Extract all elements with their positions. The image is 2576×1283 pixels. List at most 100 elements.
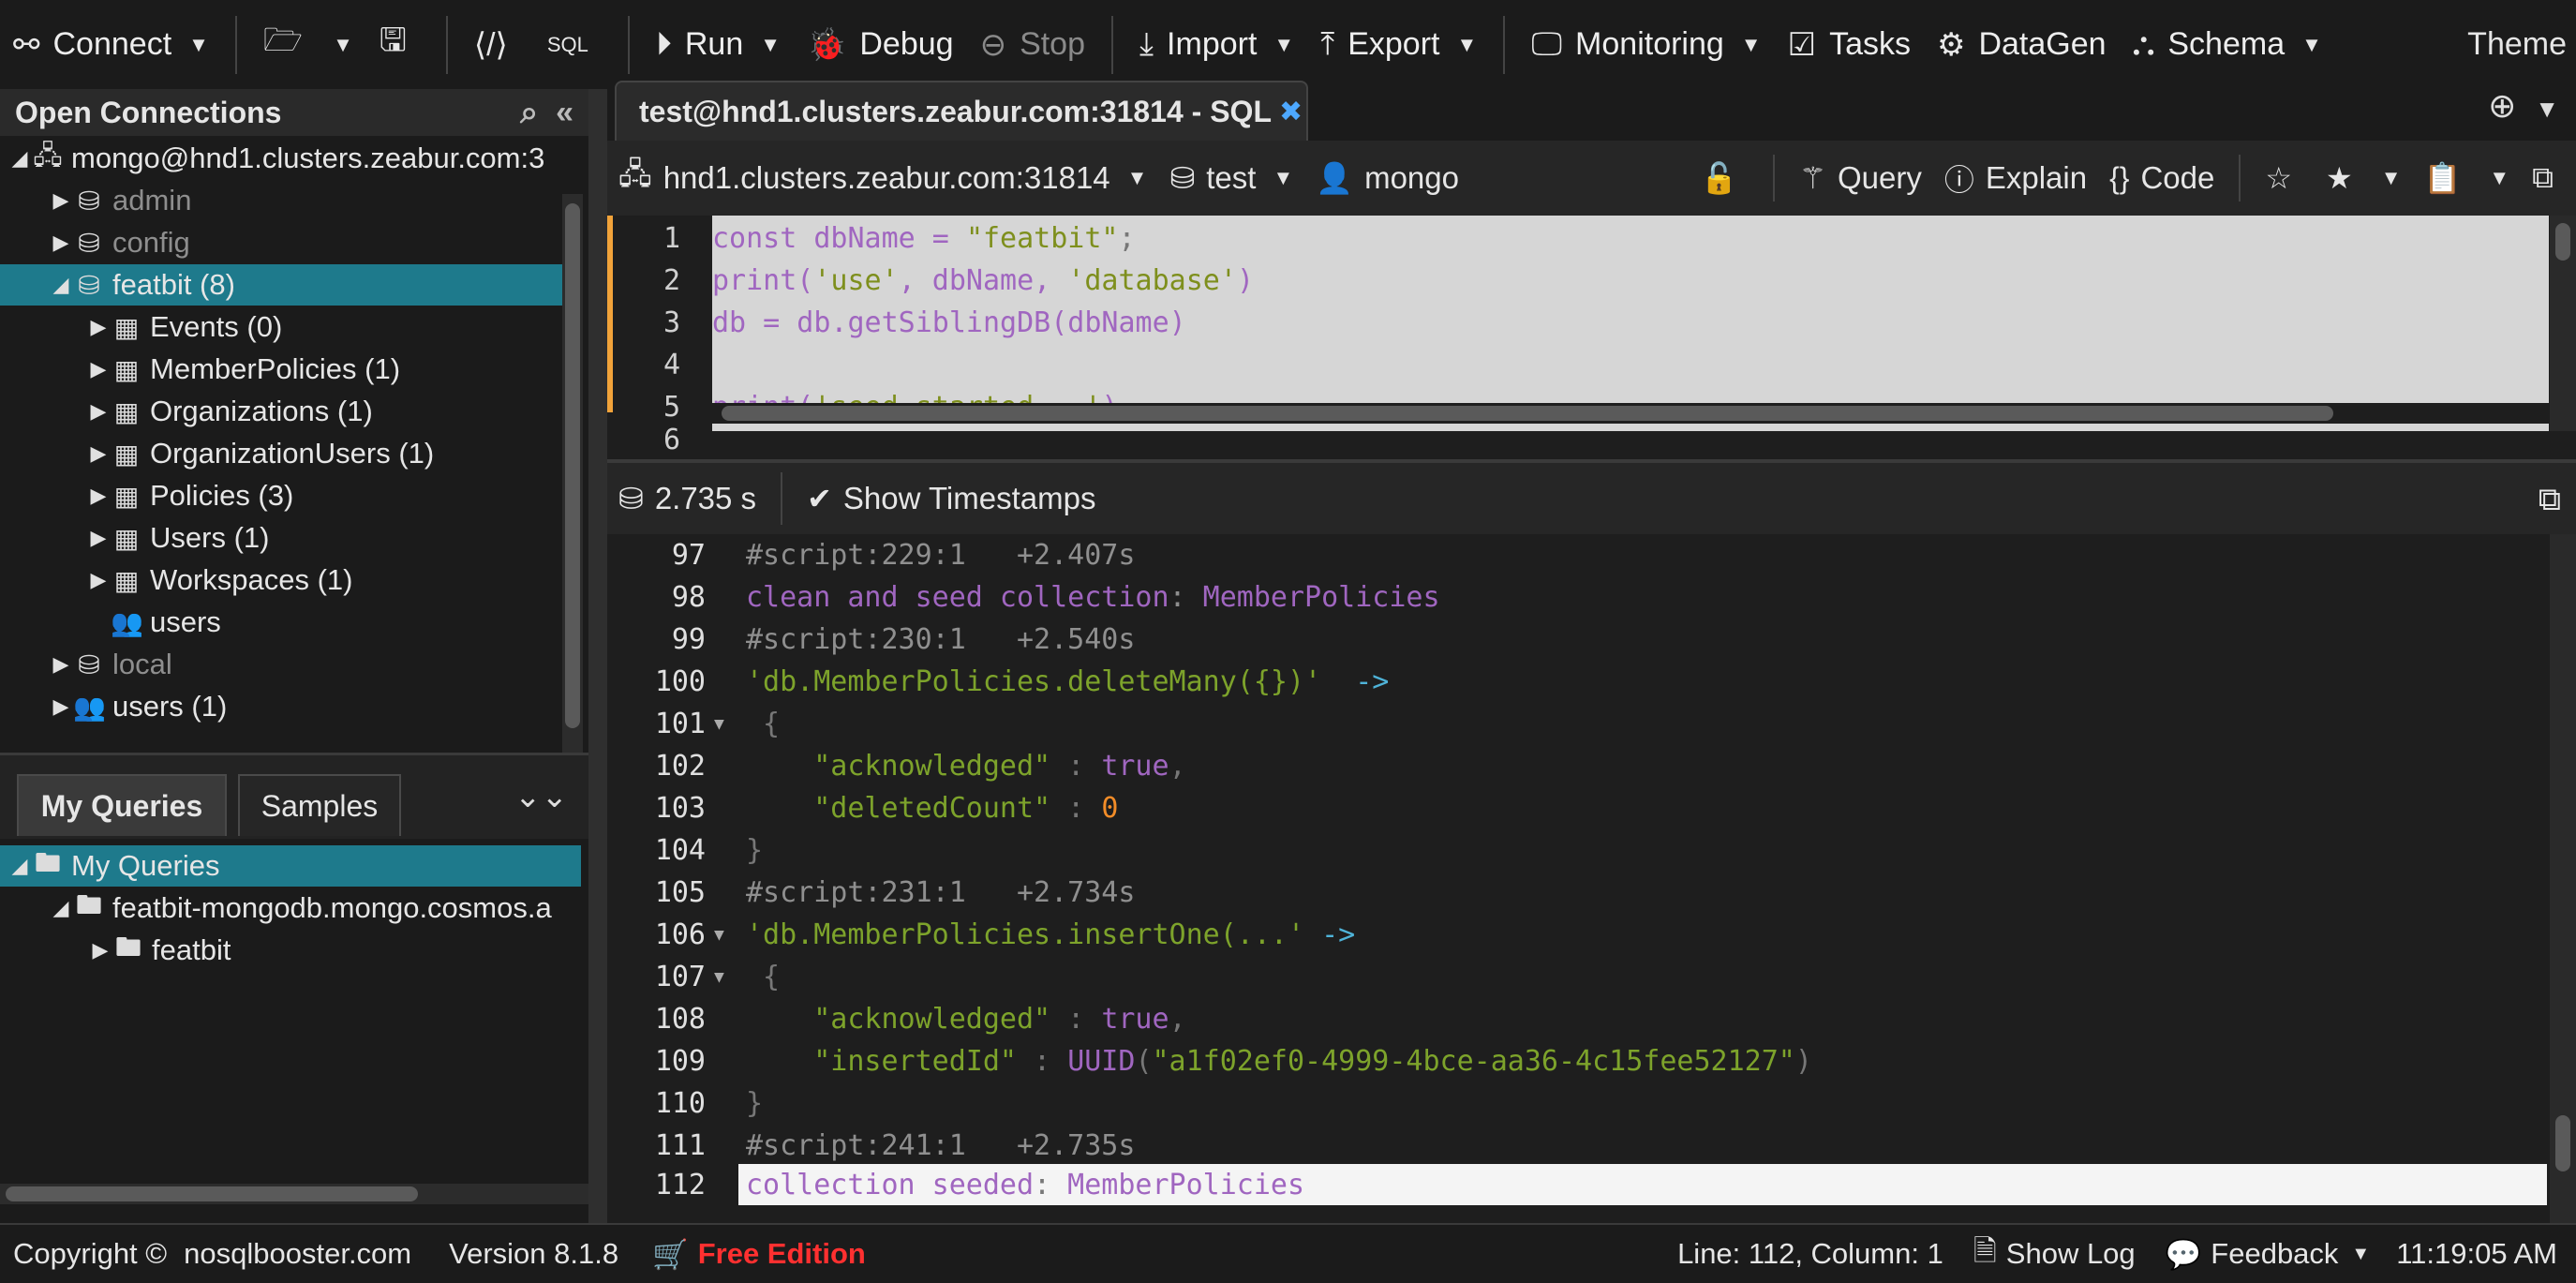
open-button[interactable]: 🗁 ▼ [250,0,366,89]
tree-node-collection[interactable]: ▶ ▦ Events (0) [0,306,567,348]
tree-node-collection[interactable]: ▶ ▦ Users (1) [0,517,567,559]
collapsed-arrow-icon[interactable]: ▶ [49,652,73,677]
output-gutter: 97 98 99 100 101 ▼ 102 103 104 105 106 ▼… [607,534,738,1223]
collapsed-arrow-icon[interactable]: ▶ [49,694,73,719]
code-scrollbar[interactable] [2550,216,2576,431]
output-line: collection seeded: MemberPolicies [746,1169,1305,1201]
double-chevron-down-icon[interactable]: ⌄⌄ [514,778,568,815]
collapsed-arrow-icon[interactable]: ▶ [86,526,111,550]
chevron-down-icon[interactable]: ▼ [1741,33,1762,57]
expanded-arrow-icon[interactable]: ◢ [7,146,32,171]
close-icon[interactable]: ✖ [1279,96,1303,128]
line-number: 104 [654,834,706,867]
chevron-down-icon[interactable]: ▼ [333,33,353,57]
check-circle-icon: ✔ [807,482,832,515]
code-editor[interactable]: 1 2 3 4 5 6 const dbName = "featbit"; pr… [607,216,2576,450]
chevron-down-icon[interactable]: ▼ [188,33,209,57]
chevron-down-icon[interactable]: ▼ [1273,33,1294,57]
fold-arrow-icon[interactable]: ▼ [714,914,724,956]
tree-node-collection[interactable]: ▶ ▦ Workspaces (1) [0,559,567,601]
tree-node-featbit-folder[interactable]: ▶ 🖿 featbit [0,930,567,971]
collapsed-arrow-icon[interactable]: ▶ [49,231,73,255]
chevron-down-icon[interactable]: ▼ [1456,33,1477,57]
database-icon: ⛁ [1169,161,1196,195]
expanded-arrow-icon[interactable]: ◢ [49,273,73,297]
collapsed-arrow-icon[interactable]: ▶ [86,568,111,592]
explain-button[interactable]: ⓘ Explain [1933,157,2098,200]
tree-node-my-queries[interactable]: ◢ 🖿 My Queries [0,845,581,887]
tree-node-collection[interactable]: ▶ ▦ Organizations (1) [0,391,567,432]
tab-samples[interactable]: Samples [238,774,401,836]
query-button[interactable]: ⚚ Query [1788,160,1933,196]
collapse-left-icon[interactable]: « [556,95,573,130]
bug-icon: 🐞 [807,26,847,63]
search-icon[interactable]: ⌕ [520,95,538,130]
expanded-arrow-icon[interactable]: ◢ [7,854,32,878]
feedback-button[interactable]: 💬 Feedback ▼ [2149,1237,2384,1272]
chevron-down-icon[interactable]: ▼ [2301,33,2322,57]
tree-node-users[interactable]: 👥 users [0,602,567,643]
code-hscrollbar[interactable] [712,403,2549,424]
output-scrollbar[interactable] [2550,534,2576,1223]
favorites-button[interactable]: ★ ▼ [2315,160,2412,196]
popout-icon[interactable]: ⧉ [2539,482,2561,518]
expanded-arrow-icon[interactable]: ◢ [49,896,73,920]
popout-button[interactable]: ⧉ [2521,160,2576,196]
fold-arrow-icon[interactable]: ▼ [714,703,724,745]
table-icon: ▦ [113,523,140,553]
show-timestamps-toggle[interactable]: ✔ Show Timestamps [796,481,1107,516]
tree-node-collection[interactable]: ▶ ▦ MemberPolicies (1) [0,349,567,390]
code-braces-icon: {} [2109,160,2130,195]
user-icon: 👤 [1316,161,1354,195]
snippets-button[interactable]: 📋 ▼ [2413,160,2522,196]
tree-node-users-root[interactable]: ▶ 👥 users (1) [0,686,567,727]
collapsed-arrow-icon[interactable]: ▶ [86,441,111,466]
tree-node-collection[interactable]: ▶ ▦ OrganizationUsers (1) [0,433,567,474]
collapsed-arrow-icon[interactable]: ▶ [86,315,111,339]
database-icon: ⛁ [78,649,100,679]
sql-button[interactable]: SQL [534,0,615,89]
code-button[interactable]: {} Code [2098,160,2226,196]
add-tab-icon[interactable]: ⊕ [2488,86,2516,125]
lock-button[interactable]: 🔓 [1689,160,1760,196]
favorite-add-button[interactable]: ☆ [2254,160,2315,196]
tree-node-connection[interactable]: ◢ 🖧 mongo@hnd1.clusters.zeabur.com:3 [0,138,567,179]
queries-hscrollbar[interactable] [0,1184,588,1204]
collapsed-arrow-icon[interactable]: ▶ [86,399,111,424]
collapsed-arrow-icon[interactable]: ▶ [86,484,111,508]
code-view-button[interactable]: ⟨/⟩ [461,0,534,89]
panel-splitter[interactable] [588,89,607,1223]
tree-node-config[interactable]: ▶ ⛁ config [0,222,567,263]
show-log-button[interactable]: 🗎 Show Log [1957,1230,2149,1279]
output-line: "acknowledged" : true, [813,1003,1186,1036]
connections-scrollbar[interactable] [562,194,583,808]
host-select[interactable]: 🖧 hnd1.clusters.zeabur.com:31814 ▼ [607,153,1158,203]
results-output[interactable]: 97 98 99 100 101 ▼ 102 103 104 105 106 ▼… [607,534,2576,1223]
line-number: 100 [654,665,706,698]
tree-node-local[interactable]: ▶ ⛁ local [0,644,567,685]
chevron-down-icon[interactable]: ▼ [2535,95,2559,123]
connect-button[interactable]: ⚯ Connect ▼ [0,0,222,89]
collapsed-arrow-icon[interactable]: ▶ [86,357,111,381]
database-select[interactable]: ⛁ test ▼ [1158,160,1304,196]
toolbar-divider [445,15,448,74]
site-link[interactable]: nosqlbooster.com [180,1237,424,1271]
tab-sql-editor[interactable]: test@hnd1.clusters.zeabur.com:31814 - SQ… [615,81,1308,141]
output-line: 'db.MemberPolicies.deleteMany({})' -> [746,665,1390,698]
cart-icon: 🛒 [652,1237,689,1271]
tree-node-featbit[interactable]: ◢ ⛁ featbit (8) [0,264,567,306]
edition-link[interactable]: 🛒 Free Edition [632,1237,879,1272]
collapsed-arrow-icon[interactable]: ▶ [88,938,112,962]
tree-node-collection[interactable]: ▶ ▦ Policies (3) [0,475,567,516]
tree-node-admin[interactable]: ▶ ⛁ admin [0,180,567,221]
collapsed-arrow-icon[interactable]: ▶ [49,188,73,213]
database-icon: ⛁ [78,186,100,216]
chevron-down-icon[interactable]: ▼ [760,33,781,57]
save-button[interactable]: 🖫 [366,0,433,89]
fold-arrow-icon[interactable]: ▼ [714,956,724,998]
table-icon: ▦ [113,312,140,342]
code-text[interactable]: const dbName = "featbit"; print('use', d… [712,216,2549,431]
line-number: 102 [654,750,706,783]
tree-node-query-folder[interactable]: ◢ 🖿 featbit-mongodb.mongo.cosmos.a [0,888,588,929]
tab-my-queries[interactable]: My Queries [17,774,227,836]
